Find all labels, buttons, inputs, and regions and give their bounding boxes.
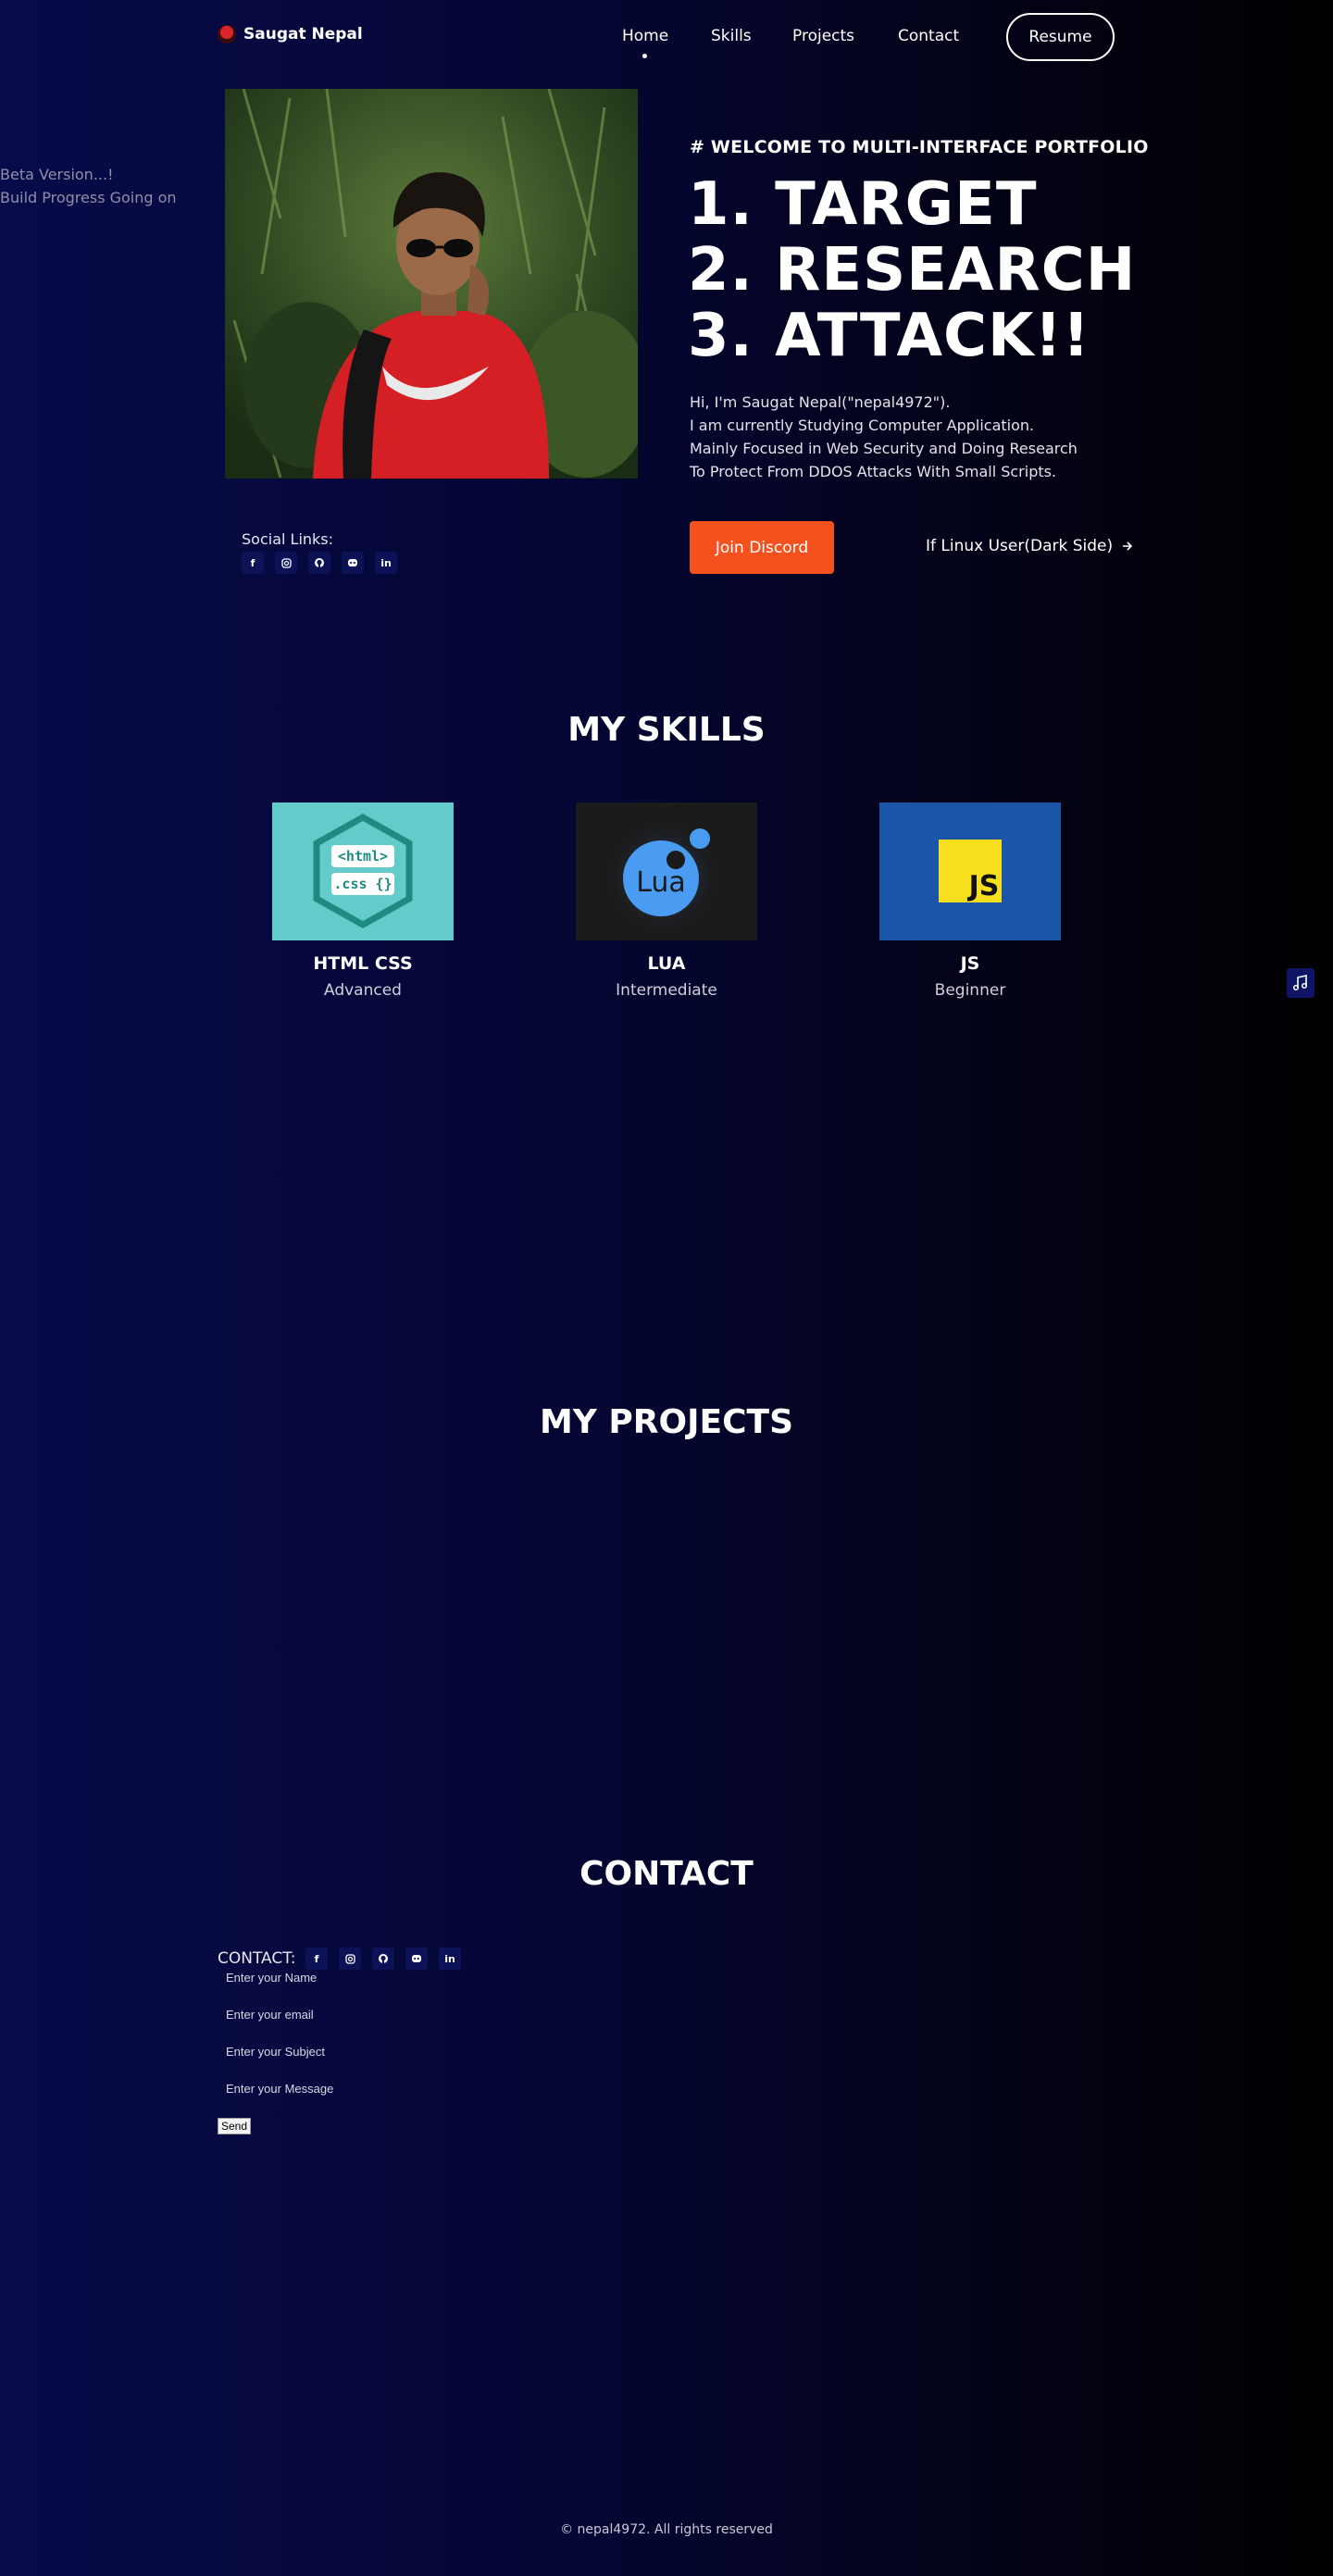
skill-card-js: JS JS Beginner [879, 803, 1061, 1000]
brand-logo-icon [218, 25, 236, 44]
skills-title: MY SKILLS [567, 711, 766, 749]
headline-line-2: 2. RESEARCH [688, 236, 1137, 305]
headline-line-1: 1. TARGET [688, 170, 1038, 239]
facebook-icon[interactable]: f [242, 552, 264, 574]
nav-contact[interactable]: Contact [898, 27, 959, 45]
intro-line-1: Hi, I'm Saugat Nepal("nepal4972"). [690, 393, 951, 411]
linkedin-icon[interactable]: in [439, 1948, 461, 1970]
contact-title: CONTACT [579, 1855, 754, 1893]
skill-card-html-css: <html> .css {} HTML CSS Advanced [272, 803, 454, 1000]
skill-name: JS [960, 953, 980, 974]
subject-field[interactable] [218, 2043, 496, 2060]
skill-level: Advanced [324, 981, 402, 1000]
beta-notice: Beta Version...! Build Progress Going on [0, 163, 177, 209]
brand[interactable]: Saugat Nepal [218, 25, 363, 44]
skill-level: Beginner [934, 981, 1006, 1000]
projects-title: MY PROJECTS [539, 1403, 794, 1441]
nav-projects[interactable]: Projects [792, 27, 854, 45]
join-discord-button[interactable]: Join Discord [690, 521, 834, 574]
welcome-heading: # WELCOME TO MULTI-INTERFACE PORTFOLIO [690, 137, 1149, 157]
headline-line-3: 3. ATTACK!! [688, 302, 1090, 370]
skill-name: HTML CSS [313, 953, 413, 974]
name-field[interactable] [218, 1969, 496, 1985]
instagram-icon[interactable] [339, 1948, 361, 1970]
facebook-icon[interactable]: f [305, 1948, 328, 1970]
brand-name: Saugat Nepal [243, 25, 363, 44]
html-css-logo: <html> .css {} [272, 803, 454, 940]
linux-link[interactable]: If Linux User(Dark Side) [926, 537, 1133, 555]
nav-skills[interactable]: Skills [711, 27, 752, 45]
beta-line-2: Build Progress Going on [0, 189, 177, 206]
nav-home[interactable]: Home [622, 27, 668, 45]
discord-icon[interactable] [405, 1948, 428, 1970]
skill-name: LUA [647, 953, 686, 974]
discord-icon[interactable] [342, 552, 364, 574]
contact-social-links: f in [305, 1948, 461, 1970]
linux-link-label: If Linux User(Dark Side) [926, 537, 1114, 555]
send-button[interactable]: Send [218, 2118, 252, 2134]
lua-badge-text: Lua [636, 866, 686, 899]
intro-line-2: I am currently Studying Computer Applica… [690, 417, 1035, 434]
active-indicator [642, 54, 647, 58]
instagram-icon[interactable] [275, 552, 297, 574]
lua-logo: Lua [576, 803, 757, 940]
email-field[interactable] [218, 2006, 496, 2022]
message-field[interactable] [218, 2080, 496, 2097]
music-note-icon [1292, 975, 1308, 991]
resume-button[interactable]: Resume [1006, 13, 1115, 61]
intro-line-4: To Protect From DDOS Attacks With Small … [690, 463, 1057, 480]
music-toggle[interactable] [1287, 968, 1314, 998]
js-badge-text: JS [967, 870, 1000, 902]
intro-line-3: Mainly Focused in Web Security and Doing… [690, 440, 1078, 457]
linkedin-icon[interactable]: in [375, 552, 397, 574]
github-icon[interactable] [308, 552, 330, 574]
beta-line-1: Beta Version...! [0, 166, 114, 183]
profile-photo [225, 89, 638, 479]
skill-card-lua: Lua LUA Intermediate [576, 803, 757, 1000]
js-logo: JS [879, 803, 1061, 940]
github-icon[interactable] [372, 1948, 394, 1970]
social-links-label: Social Links: [242, 530, 334, 548]
contact-label: CONTACT: [218, 1949, 296, 1968]
social-links: f in [242, 552, 397, 574]
hero-headline: 1. TARGET 2. RESEARCH 3. ATTACK!! [688, 172, 1136, 369]
arrow-right-icon [1123, 541, 1133, 551]
css-badge-text: .css {} [333, 876, 392, 892]
html-badge-text: <html> [338, 848, 388, 865]
footer-copyright: © nepal4972. All rights reserved [560, 2522, 773, 2537]
hero-intro: Hi, I'm Saugat Nepal("nepal4972"). I am … [690, 391, 1078, 483]
skill-level: Intermediate [616, 981, 717, 1000]
